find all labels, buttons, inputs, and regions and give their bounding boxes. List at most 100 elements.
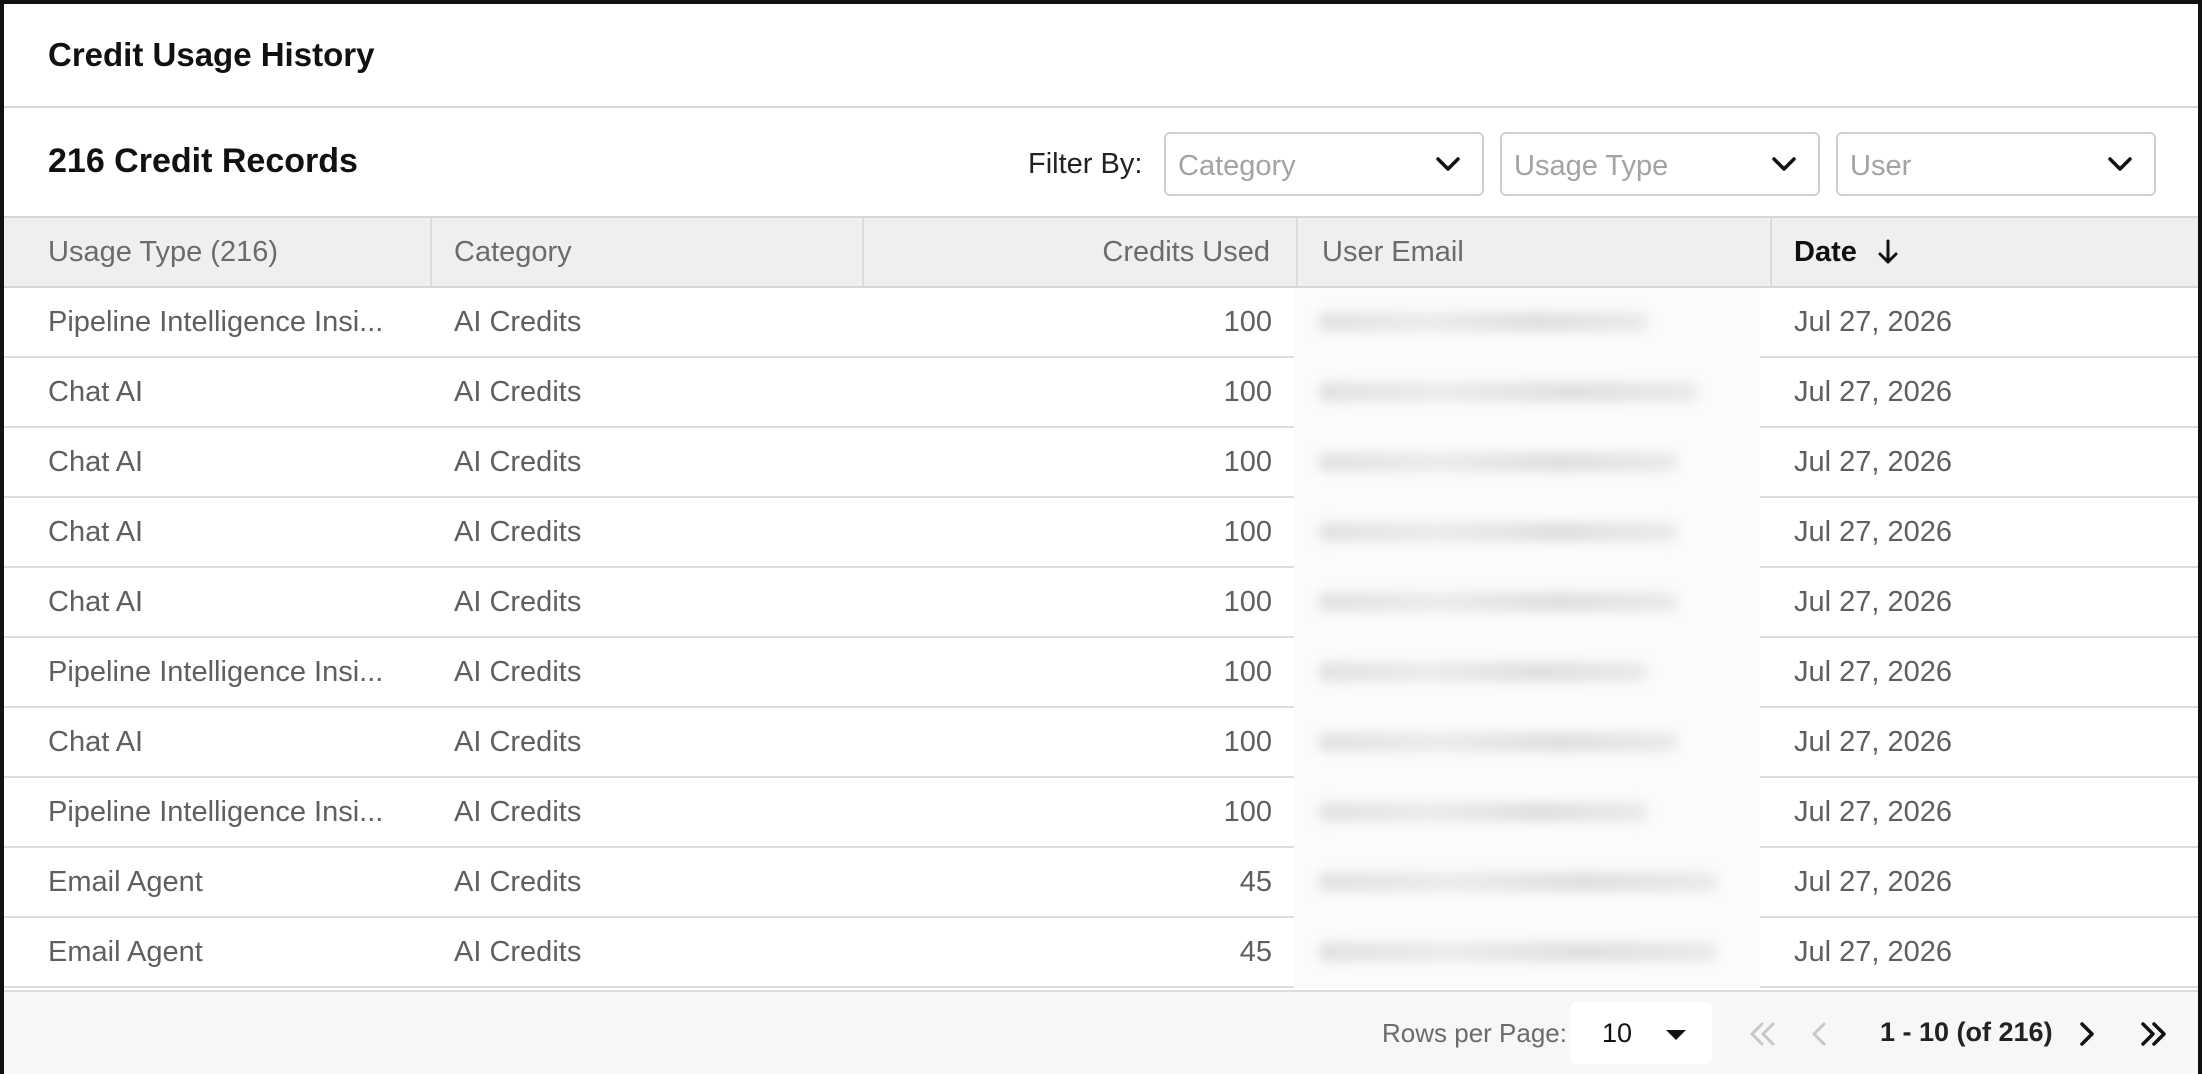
usage-type-cell: Pipeline Intelligence Insi... [48,656,384,688]
column-header-credits-used[interactable]: Credits Used [864,218,1298,286]
category-cell: AI Credits [454,376,582,408]
column-header-user-email[interactable]: User Email [1298,218,1772,286]
redacted-email [1318,592,1678,612]
date-cell: Jul 27, 2026 [1794,306,1953,338]
date-cell: Jul 27, 2026 [1794,516,1953,548]
category-filter-select[interactable]: Category [1164,132,1484,196]
page-title: Credit Usage History [48,36,375,73]
user-email-cell-redacted [1294,498,1760,568]
user-email-cell-redacted [1294,848,1760,918]
category-filter-placeholder: Category [1178,150,1296,182]
user-email-cell-redacted [1294,778,1760,848]
chevron-down-icon [1772,157,1796,171]
usage-type-cell: Chat AI [48,446,144,478]
filter-label: Filter By: [1028,148,1143,180]
column-header-label: Category [454,236,572,268]
pagination-bar: Rows per Page: 10 1 - 10 (of 216) [4,990,2198,1074]
column-header-usage-type[interactable]: Usage Type (216) [4,218,432,286]
chevron-down-icon [1436,157,1460,171]
credit-usage-panel: Credit Usage History 216 Credit Records … [0,0,2202,1074]
category-cell: AI Credits [454,306,582,338]
usage-type-cell: Pipeline Intelligence Insi... [48,306,384,338]
redacted-email [1318,382,1698,402]
table-row[interactable]: Pipeline Intelligence Insi... AI Credits 1… [4,638,2198,708]
panel-header: Credit Usage History [4,4,2198,108]
column-header-label: Date [1794,236,1857,268]
usage-type-cell: Chat AI [48,586,144,618]
table-row[interactable]: Chat AI AI Credits 100 Jul 27, 2026 [4,358,2198,428]
chevron-down-icon [2108,157,2132,171]
rows-per-page-select[interactable]: 10 [1570,1002,1712,1064]
usage-type-cell: Chat AI [48,726,144,758]
credits-used-cell: 100 [1223,726,1272,758]
credits-used-cell: 100 [1223,306,1272,338]
usage-type-cell: Email Agent [48,866,203,898]
category-cell: AI Credits [454,656,582,688]
arrow-down-icon [1878,239,1898,264]
user-email-cell-redacted [1294,568,1760,638]
category-cell: AI Credits [454,866,582,898]
user-email-cell-redacted [1294,638,1760,708]
credits-used-cell: 100 [1223,516,1272,548]
credits-used-cell: 100 [1223,586,1272,618]
redacted-email [1318,452,1678,472]
table-row[interactable]: Email Agent AI Credits 45 Jul 27, 2026 [4,918,2198,988]
credits-used-cell: 100 [1223,656,1272,688]
table-row[interactable]: Chat AI AI Credits 100 Jul 27, 2026 [4,708,2198,778]
double-chevron-right-icon[interactable] [2136,1016,2172,1052]
category-cell: AI Credits [454,586,582,618]
credits-used-cell: 45 [1239,936,1272,968]
credits-used-cell: 100 [1223,376,1272,408]
usage-type-cell: Chat AI [48,376,144,408]
double-chevron-left-icon[interactable] [1744,1016,1780,1052]
credits-used-cell: 100 [1223,796,1272,828]
usage-type-filter-select[interactable]: Usage Type [1500,132,1820,196]
column-header-label: Usage Type (216) [48,236,278,268]
chevron-left-icon[interactable] [1802,1016,1838,1052]
credits-used-cell: 45 [1239,866,1272,898]
user-email-cell-redacted [1294,918,1760,988]
date-cell: Jul 27, 2026 [1794,656,1953,688]
column-header-label: User Email [1322,236,1464,268]
category-cell: AI Credits [454,446,582,478]
user-email-cell-redacted [1294,428,1760,498]
redacted-email [1318,522,1678,542]
column-header-label: Credits Used [1102,236,1270,268]
date-cell: Jul 27, 2026 [1794,376,1953,408]
category-cell: AI Credits [454,726,582,758]
user-filter-placeholder: User [1850,150,1912,182]
rows-per-page-label: Rows per Page: [1382,1018,1567,1048]
table-row[interactable]: Email Agent AI Credits 45 Jul 27, 2026 [4,848,2198,918]
user-email-cell-redacted [1294,288,1760,358]
user-filter-select[interactable]: User [1836,132,2156,196]
record-count: 216 Credit Records [48,142,358,180]
date-cell: Jul 27, 2026 [1794,866,1953,898]
date-cell: Jul 27, 2026 [1794,936,1953,968]
caret-down-icon [1666,1030,1686,1040]
rows-per-page-value: 10 [1602,1018,1633,1048]
redacted-email [1318,312,1648,332]
redacted-email [1318,802,1648,822]
usage-type-cell: Pipeline Intelligence Insi... [48,796,384,828]
column-header-category[interactable]: Category [432,218,864,286]
date-cell: Jul 27, 2026 [1794,586,1953,618]
redacted-email [1318,732,1678,752]
table-row[interactable]: Pipeline Intelligence Insi... AI Credits 1… [4,288,2198,358]
credits-used-cell: 100 [1223,446,1272,478]
usage-type-cell: Email Agent [48,936,203,968]
table-row[interactable]: Chat AI AI Credits 100 Jul 27, 2026 [4,498,2198,568]
table-header: Usage Type (216) Category Credits Used U… [4,218,2198,288]
category-cell: AI Credits [454,516,582,548]
pagination-range: 1 - 10 (of 216) [1880,1017,2053,1047]
table-row[interactable]: Chat AI AI Credits 100 Jul 27, 2026 [4,428,2198,498]
chevron-right-icon[interactable] [2068,1016,2104,1052]
user-email-cell-redacted [1294,708,1760,778]
table-toolbar: 216 Credit Records Filter By: Category U… [4,110,2198,218]
table-row[interactable]: Chat AI AI Credits 100 Jul 27, 2026 [4,568,2198,638]
redacted-email [1318,942,1718,962]
date-cell: Jul 27, 2026 [1794,796,1953,828]
table-row[interactable]: Pipeline Intelligence Insi... AI Credits 1… [4,778,2198,848]
redacted-email [1318,872,1718,892]
column-header-date[interactable]: Date [1772,218,2198,286]
user-email-cell-redacted [1294,358,1760,428]
